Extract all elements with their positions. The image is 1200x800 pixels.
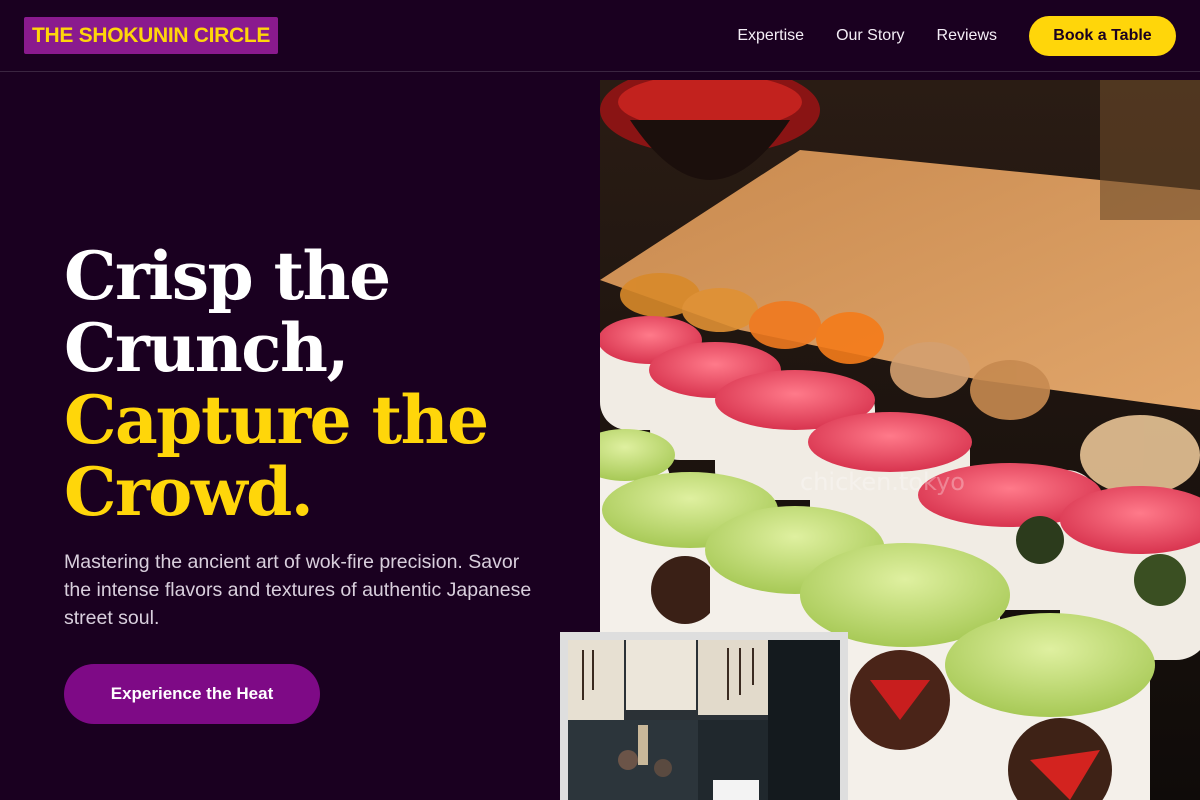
main-nav: Expertise Our Story Reviews <box>737 0 997 72</box>
headline-line-3: Capture the <box>64 381 489 459</box>
photo-watermark: chicken.tokyo <box>800 468 965 496</box>
inset-street-photo <box>560 632 848 800</box>
headline-line-4: Crowd. <box>64 453 314 531</box>
nav-link-expertise[interactable]: Expertise <box>737 27 804 45</box>
experience-heat-button[interactable]: Experience the Heat <box>64 664 320 724</box>
brand-logo[interactable]: THE SHOKUNIN CIRCLE <box>24 17 279 54</box>
site-header: THE SHOKUNIN CIRCLE Expertise Our Story … <box>0 0 1200 72</box>
hero-subtitle: Mastering the ancient art of wok-fire pr… <box>64 551 532 629</box>
nav-link-our-story[interactable]: Our Story <box>836 27 904 45</box>
hero-headline: Crisp the Crunch, Capture the Crowd. <box>64 240 584 528</box>
headline-line-2: Crunch, <box>64 309 349 387</box>
book-table-button[interactable]: Book a Table <box>1029 16 1176 56</box>
nav-link-reviews[interactable]: Reviews <box>937 27 997 45</box>
headline-line-1: Crisp the <box>64 237 391 315</box>
